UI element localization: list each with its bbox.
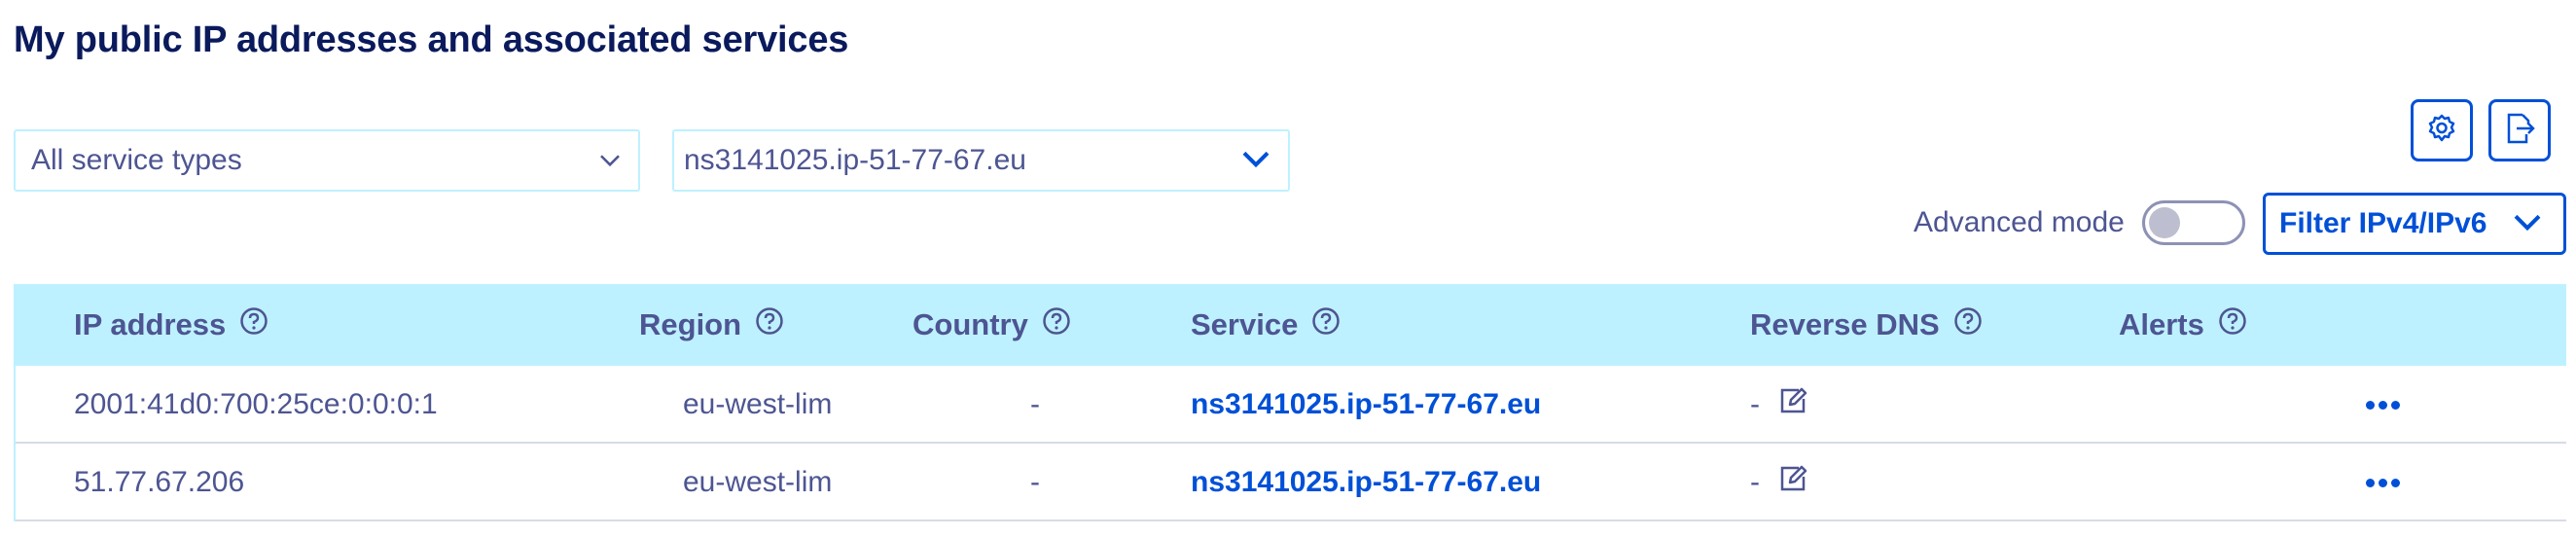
service-value: ns3141025.ip-51-77-67.eu bbox=[684, 144, 1026, 176]
help-icon[interactable] bbox=[1953, 306, 1983, 343]
ip-address-cell: 51.77.67.206 bbox=[74, 466, 245, 498]
column-header-ip: IP address bbox=[74, 284, 268, 366]
service-link[interactable]: ns3141025.ip-51-77-67.eu bbox=[1191, 366, 1541, 444]
region-cell: eu-west-lim bbox=[683, 466, 833, 498]
filter-ip-version-button[interactable]: Filter IPv4/IPv6 bbox=[2263, 193, 2566, 255]
reverse-dns-value: - bbox=[1750, 466, 1760, 498]
chevron-down-icon bbox=[2513, 205, 2542, 238]
settings-button[interactable] bbox=[2411, 99, 2473, 161]
more-actions-icon[interactable] bbox=[2366, 366, 2400, 444]
table-row: 51.77.67.206 eu-west-lim - ns3141025.ip-… bbox=[14, 444, 2566, 521]
reverse-dns-cell: - bbox=[1750, 366, 1808, 444]
column-header-region: Region bbox=[639, 284, 784, 366]
help-icon[interactable] bbox=[755, 306, 784, 343]
column-header-service: Service bbox=[1191, 284, 1341, 366]
reverse-dns-cell: - bbox=[1750, 444, 1808, 521]
more-actions-icon[interactable] bbox=[2366, 444, 2400, 521]
help-icon[interactable] bbox=[2218, 306, 2247, 343]
export-button[interactable] bbox=[2488, 99, 2551, 161]
service-link[interactable]: ns3141025.ip-51-77-67.eu bbox=[1191, 444, 1541, 521]
help-icon[interactable] bbox=[1311, 306, 1341, 343]
help-icon[interactable] bbox=[1042, 306, 1071, 343]
gear-icon bbox=[2426, 113, 2457, 149]
table-row: 2001:41d0:700:25ce:0:0:0:1 eu-west-lim -… bbox=[14, 366, 2566, 444]
chevron-down-icon bbox=[1241, 142, 1270, 175]
table-header: IP address Region Country Service Revers… bbox=[14, 284, 2566, 366]
country-cell: - bbox=[1030, 466, 1040, 498]
advanced-mode-toggle[interactable] bbox=[2142, 200, 2245, 245]
row-divider bbox=[14, 444, 16, 521]
country-cell: - bbox=[1030, 388, 1040, 420]
advanced-mode-label: Advanced mode bbox=[1914, 206, 2125, 238]
help-icon[interactable] bbox=[239, 306, 268, 343]
ip-table: IP address Region Country Service Revers… bbox=[14, 284, 2566, 521]
export-icon bbox=[2503, 111, 2536, 151]
filter-ip-label: Filter IPv4/IPv6 bbox=[2279, 207, 2487, 239]
service-type-value: All service types bbox=[31, 144, 242, 176]
column-header-alerts: Alerts bbox=[2119, 284, 2247, 366]
chevron-down-icon bbox=[599, 142, 621, 175]
toggle-knob bbox=[2149, 207, 2180, 238]
column-header-country: Country bbox=[912, 284, 1071, 366]
page-title: My public IP addresses and associated se… bbox=[14, 19, 849, 60]
region-cell: eu-west-lim bbox=[683, 388, 833, 420]
reverse-dns-value: - bbox=[1750, 388, 1760, 420]
ip-address-cell: 2001:41d0:700:25ce:0:0:0:1 bbox=[74, 388, 438, 420]
service-type-select[interactable]: All service types bbox=[14, 129, 640, 192]
edit-icon[interactable] bbox=[1777, 385, 1808, 424]
edit-icon[interactable] bbox=[1777, 463, 1808, 502]
row-divider bbox=[14, 366, 16, 444]
column-header-reverse-dns: Reverse DNS bbox=[1750, 284, 1983, 366]
service-select[interactable]: ns3141025.ip-51-77-67.eu bbox=[672, 129, 1290, 192]
